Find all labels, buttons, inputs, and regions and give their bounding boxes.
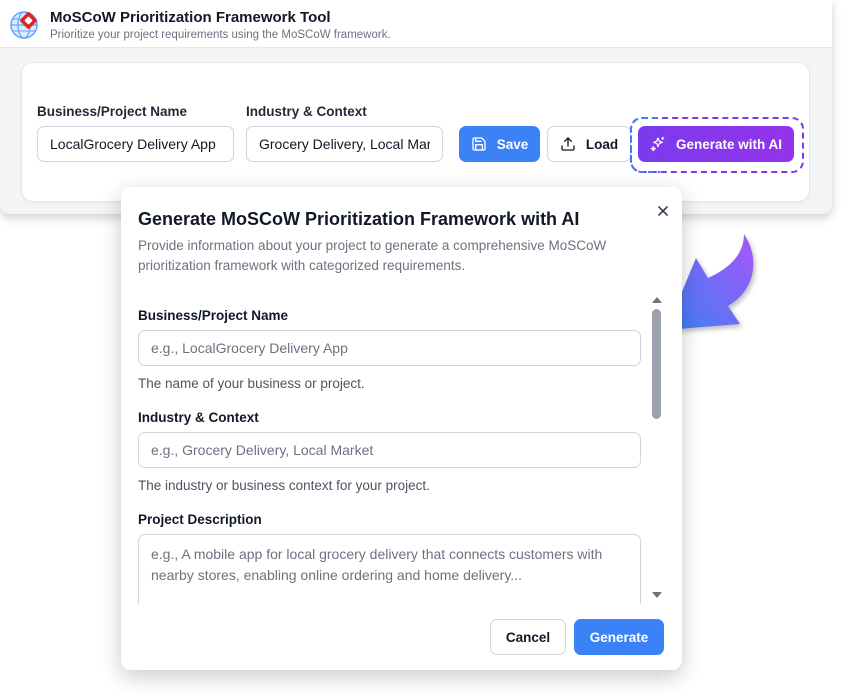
dialog-scrollbar[interactable]	[652, 309, 661, 419]
scroll-down-arrow-icon[interactable]	[651, 590, 663, 600]
industry-input[interactable]	[246, 126, 443, 162]
close-button[interactable]	[654, 202, 672, 220]
generate-button-label: Generate	[589, 629, 649, 645]
business-name-label: Business/Project Name	[37, 104, 188, 119]
sparkles-icon	[650, 136, 665, 152]
app-subtitle: Prioritize your project requirements usi…	[50, 29, 391, 41]
dialog-business-name-input[interactable]	[138, 330, 641, 366]
cancel-button[interactable]: Cancel	[490, 619, 566, 655]
industry-help: The industry or business context for you…	[138, 478, 430, 493]
business-name-help: The name of your business or project.	[138, 376, 365, 391]
dialog-title: Generate MoSCoW Prioritization Framework…	[138, 209, 580, 229]
upload-icon	[561, 137, 575, 151]
app-header: MoSCoW Prioritization Framework Tool Pri…	[0, 0, 832, 48]
generate-dialog: Generate MoSCoW Prioritization Framework…	[121, 187, 682, 670]
dialog-industry-input[interactable]	[138, 432, 641, 468]
generate-with-ai-label: Generate with AI	[675, 136, 783, 152]
description-field-label: Project Description	[138, 512, 262, 527]
project-description-textarea[interactable]	[138, 534, 641, 604]
industry-label: Industry & Context	[246, 104, 367, 119]
floppy-disk-icon	[472, 137, 486, 151]
dialog-description: Provide information about your project t…	[138, 238, 607, 273]
globe-logo-icon	[10, 11, 38, 39]
industry-field-label: Industry & Context	[138, 410, 259, 425]
save-button-label: Save	[496, 136, 529, 152]
generate-button[interactable]: Generate	[574, 619, 664, 655]
business-name-field-label: Business/Project Name	[138, 308, 289, 323]
dialog-form: Business/Project Name The name of your b…	[121, 292, 682, 604]
cancel-button-label: Cancel	[505, 629, 551, 645]
close-icon	[658, 206, 668, 216]
business-name-input[interactable]	[37, 126, 234, 162]
load-button-label: Load	[585, 136, 619, 152]
scroll-up-arrow-icon[interactable]	[651, 295, 663, 305]
generate-with-ai-button[interactable]: Generate with AI	[638, 126, 794, 162]
app-title: MoSCoW Prioritization Framework Tool	[50, 9, 331, 26]
load-button[interactable]: Load	[547, 126, 631, 162]
save-button[interactable]: Save	[459, 126, 540, 162]
